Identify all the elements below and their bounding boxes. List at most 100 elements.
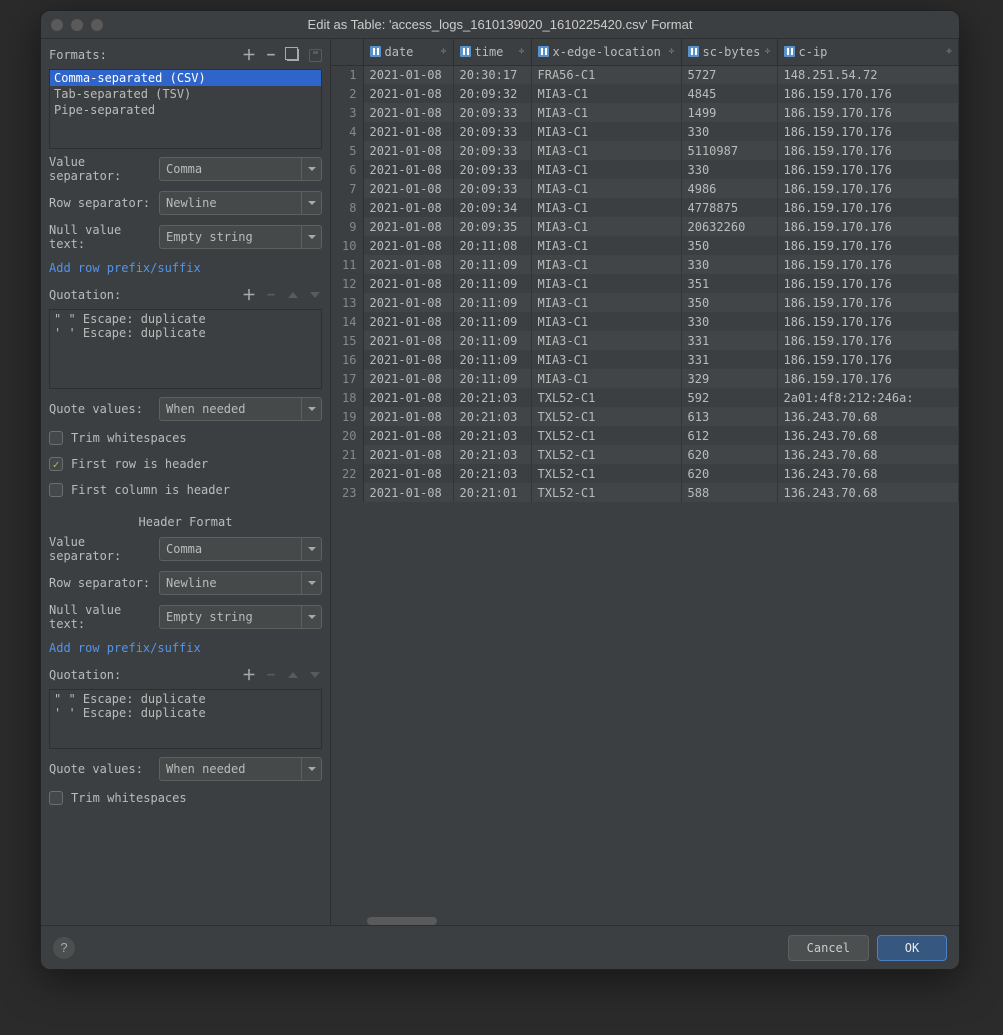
cancel-button[interactable]: Cancel xyxy=(788,935,869,961)
hf-add-row-prefix-link[interactable]: Add row prefix/suffix xyxy=(49,641,201,655)
table-cell[interactable]: 2021-01-08 xyxy=(363,407,453,426)
formats-list[interactable]: Comma-separated (CSV)Tab-separated (TSV)… xyxy=(49,69,322,149)
table-cell[interactable]: 2021-01-08 xyxy=(363,236,453,255)
table-cell[interactable]: 186.159.170.176 xyxy=(777,236,959,255)
table-cell[interactable]: 148.251.54.72 xyxy=(777,65,959,84)
table-row[interactable]: 112021-01-0820:11:09MIA3-C1330186.159.17… xyxy=(331,255,959,274)
quotation-rule[interactable]: " " Escape: duplicate xyxy=(54,692,317,706)
table-cell[interactable]: 2021-01-08 xyxy=(363,388,453,407)
table-cell[interactable]: 186.159.170.176 xyxy=(777,141,959,160)
table-row[interactable]: 222021-01-0820:21:03TXL52-C1620136.243.7… xyxy=(331,464,959,483)
table-cell[interactable]: MIA3-C1 xyxy=(531,312,681,331)
table-cell[interactable]: TXL52-C1 xyxy=(531,445,681,464)
table-cell[interactable]: 588 xyxy=(681,483,777,502)
table-cell[interactable]: MIA3-C1 xyxy=(531,217,681,236)
table-row[interactable]: 62021-01-0820:09:33MIA3-C1330186.159.170… xyxy=(331,160,959,179)
table-cell[interactable]: 592 xyxy=(681,388,777,407)
table-row[interactable]: 142021-01-0820:11:09MIA3-C1330186.159.17… xyxy=(331,312,959,331)
table-cell[interactable]: TXL52-C1 xyxy=(531,426,681,445)
table-row[interactable]: 122021-01-0820:11:09MIA3-C1351186.159.17… xyxy=(331,274,959,293)
table-cell[interactable]: 331 xyxy=(681,331,777,350)
table-cell[interactable]: 186.159.170.176 xyxy=(777,255,959,274)
minimize-window-icon[interactable] xyxy=(71,19,83,31)
table-cell[interactable]: MIA3-C1 xyxy=(531,350,681,369)
table-cell[interactable]: 186.159.170.176 xyxy=(777,293,959,312)
table-cell[interactable]: MIA3-C1 xyxy=(531,122,681,141)
table-cell[interactable]: 186.159.170.176 xyxy=(777,103,959,122)
table-cell[interactable]: 20:09:33 xyxy=(453,122,531,141)
table-row[interactable]: 92021-01-0820:09:35MIA3-C120632260186.15… xyxy=(331,217,959,236)
table-cell[interactable]: MIA3-C1 xyxy=(531,236,681,255)
table-cell[interactable]: 2021-01-08 xyxy=(363,350,453,369)
table-cell[interactable]: 330 xyxy=(681,255,777,274)
table-cell[interactable]: 20:11:09 xyxy=(453,274,531,293)
table-row[interactable]: 12021-01-0820:30:17FRA56-C15727148.251.5… xyxy=(331,65,959,84)
column-header[interactable]: x-edge-location÷ xyxy=(531,39,681,65)
table-cell[interactable]: 2021-01-08 xyxy=(363,293,453,312)
table-cell[interactable]: 20:09:33 xyxy=(453,160,531,179)
table-cell[interactable]: 2021-01-08 xyxy=(363,217,453,236)
table-cell[interactable]: 2021-01-08 xyxy=(363,84,453,103)
table-cell[interactable]: MIA3-C1 xyxy=(531,84,681,103)
table-cell[interactable]: 2021-01-08 xyxy=(363,426,453,445)
column-header[interactable]: sc-bytes÷ xyxy=(681,39,777,65)
horizontal-scrollbar[interactable] xyxy=(367,917,437,925)
table-cell[interactable]: 186.159.170.176 xyxy=(777,198,959,217)
table-cell[interactable]: MIA3-C1 xyxy=(531,255,681,274)
table-cell[interactable]: 2021-01-08 xyxy=(363,65,453,84)
table-row[interactable]: 212021-01-0820:21:03TXL52-C1620136.243.7… xyxy=(331,445,959,464)
remove-format-icon[interactable]: − xyxy=(264,48,278,62)
table-cell[interactable]: 330 xyxy=(681,160,777,179)
table-cell[interactable]: 4986 xyxy=(681,179,777,198)
table-cell[interactable]: 136.243.70.68 xyxy=(777,426,959,445)
help-button[interactable]: ? xyxy=(53,937,75,959)
table-row[interactable]: 42021-01-0820:09:33MIA3-C1330186.159.170… xyxy=(331,122,959,141)
table-row[interactable]: 72021-01-0820:09:33MIA3-C14986186.159.17… xyxy=(331,179,959,198)
table-row[interactable]: 32021-01-0820:09:33MIA3-C11499186.159.17… xyxy=(331,103,959,122)
table-cell[interactable]: 136.243.70.68 xyxy=(777,407,959,426)
table-row[interactable]: 182021-01-0820:21:03TXL52-C15922a01:4f8:… xyxy=(331,388,959,407)
null-text-combo[interactable]: Empty string xyxy=(159,225,322,249)
table-row[interactable]: 152021-01-0820:11:09MIA3-C1331186.159.17… xyxy=(331,331,959,350)
table-cell[interactable]: 20:21:03 xyxy=(453,426,531,445)
table-cell[interactable]: 330 xyxy=(681,312,777,331)
trim-whitespace-checkbox[interactable]: Trim whitespaces xyxy=(49,427,322,449)
format-item[interactable]: Pipe-separated xyxy=(50,102,321,118)
table-cell[interactable]: 2021-01-08 xyxy=(363,198,453,217)
table-cell[interactable]: 20:21:03 xyxy=(453,407,531,426)
table-cell[interactable]: 2021-01-08 xyxy=(363,445,453,464)
table-cell[interactable]: 20:11:09 xyxy=(453,331,531,350)
hf-value-separator-combo[interactable]: Comma xyxy=(159,537,322,561)
table-cell[interactable]: TXL52-C1 xyxy=(531,464,681,483)
table-cell[interactable]: MIA3-C1 xyxy=(531,160,681,179)
column-header[interactable]: time÷ xyxy=(453,39,531,65)
table-cell[interactable]: 2021-01-08 xyxy=(363,274,453,293)
table-cell[interactable]: 612 xyxy=(681,426,777,445)
table-row[interactable]: 102021-01-0820:11:08MIA3-C1350186.159.17… xyxy=(331,236,959,255)
table-cell[interactable]: 20:11:09 xyxy=(453,312,531,331)
table-cell[interactable]: MIA3-C1 xyxy=(531,103,681,122)
column-header[interactable]: date÷ xyxy=(363,39,453,65)
table-cell[interactable]: 2021-01-08 xyxy=(363,179,453,198)
hf-trim-whitespace-checkbox[interactable]: Trim whitespaces xyxy=(49,787,322,809)
table-cell[interactable]: TXL52-C1 xyxy=(531,407,681,426)
table-cell[interactable]: 2021-01-08 xyxy=(363,312,453,331)
table-cell[interactable]: 20:11:09 xyxy=(453,293,531,312)
table-cell[interactable]: 20:21:03 xyxy=(453,388,531,407)
table-cell[interactable]: 2021-01-08 xyxy=(363,331,453,350)
table-cell[interactable]: 350 xyxy=(681,293,777,312)
table-cell[interactable]: 186.159.170.176 xyxy=(777,217,959,236)
hf-null-text-combo[interactable]: Empty string xyxy=(159,605,322,629)
table-row[interactable]: 162021-01-0820:11:09MIA3-C1331186.159.17… xyxy=(331,350,959,369)
table-cell[interactable]: 20:11:09 xyxy=(453,350,531,369)
close-window-icon[interactable] xyxy=(51,19,63,31)
table-cell[interactable]: 186.159.170.176 xyxy=(777,84,959,103)
table-cell[interactable]: 2021-01-08 xyxy=(363,122,453,141)
table-cell[interactable]: 186.159.170.176 xyxy=(777,331,959,350)
table-cell[interactable]: MIA3-C1 xyxy=(531,141,681,160)
table-cell[interactable]: 136.243.70.68 xyxy=(777,445,959,464)
quote-values-combo[interactable]: When needed xyxy=(159,397,322,421)
table-cell[interactable]: MIA3-C1 xyxy=(531,293,681,312)
table-row[interactable]: 52021-01-0820:09:33MIA3-C15110987186.159… xyxy=(331,141,959,160)
table-cell[interactable]: 186.159.170.176 xyxy=(777,274,959,293)
